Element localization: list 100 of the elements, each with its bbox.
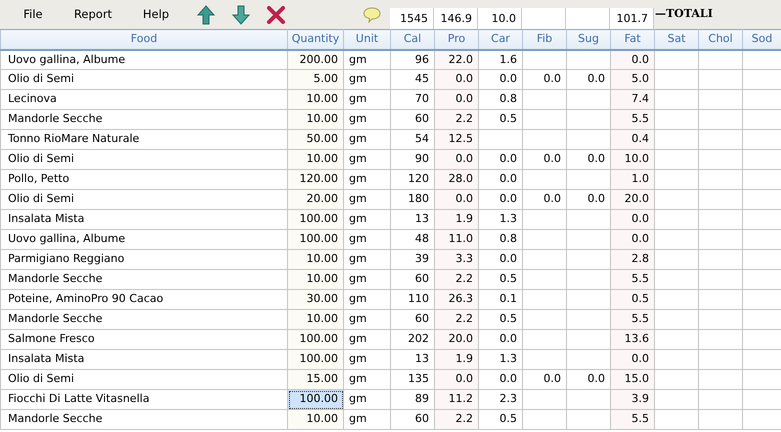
table-cell: 0.0 [434,150,478,170]
table-cell: 0.0 [478,370,522,390]
food-name-cell: Olio di Semi [0,70,288,90]
table-cell: 2.2 [434,110,478,130]
total-value: 146.9 [434,8,478,29]
table-cell: gm [344,210,390,230]
quantity-cell[interactable]: 120.00 [288,170,344,190]
table-cell: 0.8 [478,90,522,110]
totals-label: —TOTALI [654,6,713,22]
table-cell: 11.0 [434,230,478,250]
quantity-cell[interactable]: 10.00 [288,310,344,330]
food-name-cell: Mandorle Secche [0,310,288,330]
table-cell: gm [344,270,390,290]
table-cell: 0.5 [610,290,654,310]
table-cell: 0.1 [478,290,522,310]
total-cell [522,8,566,29]
food-name-cell: Insalata Mista [0,350,288,370]
table-cell: 1.6 [478,50,522,70]
food-name-cell: Salmone Fresco [0,330,288,350]
table-cell: 0.0 [434,370,478,390]
table-cell: gm [344,230,390,250]
quantity-cell[interactable]: 50.00 [288,130,344,150]
table-cell: 1.9 [434,210,478,230]
food-name-cell: Mandorle Secche [0,270,288,290]
table-cell: 0.4 [610,130,654,150]
table-cell: gm [344,330,390,350]
delete-icon[interactable] [267,6,285,24]
quantity-cell[interactable]: 100.00 [288,350,344,370]
table-cell: gm [344,50,390,70]
table-cell: gm [344,350,390,370]
column-header[interactable]: Sug [566,30,610,50]
table-cell: gm [344,290,390,310]
table-cell: 0.5 [478,110,522,130]
column-header[interactable]: Chol [698,30,742,50]
quantity-cell[interactable]: 30.00 [288,290,344,310]
column-header[interactable]: Cal [390,30,434,50]
food-name-cell: Mandorle Secche [0,410,288,430]
column-header[interactable]: Sod [742,30,781,50]
table-cell: 0.0 [610,230,654,250]
table-cell: 0.0 [522,370,566,390]
table-cell: 11.2 [434,390,478,410]
quantity-cell[interactable]: 10.00 [288,150,344,170]
menu-item[interactable]: Report [68,6,118,24]
table-cell: 10.0 [610,150,654,170]
table-cell: 2.2 [434,410,478,430]
table-cell: 7.4 [610,90,654,110]
move-up-icon[interactable] [197,4,215,24]
menu-item[interactable]: File [18,6,48,24]
column-header[interactable]: Food [0,30,288,50]
table-cell: 0.5 [478,310,522,330]
quantity-cell[interactable]: 5.00 [288,70,344,90]
menu-item[interactable]: Help [136,6,176,24]
table-cell: 3.9 [610,390,654,410]
food-name-cell: Olio di Semi [0,190,288,210]
quantity-cell[interactable]: 15.00 [288,370,344,390]
table-cell: 20.0 [434,330,478,350]
table-cell: 2.8 [610,250,654,270]
column-header[interactable]: Unit [344,30,390,50]
quantity-cell[interactable]: 10.00 [288,110,344,130]
table-cell: gm [344,370,390,390]
table-cell: 2.2 [434,270,478,290]
table-cell: 1.3 [478,210,522,230]
table-cell: gm [344,310,390,330]
table-cell: 1.3 [478,350,522,370]
table-cell: 0.0 [478,170,522,190]
table-cell: 1.0 [610,170,654,190]
quantity-cell[interactable]: 10.00 [288,90,344,110]
quantity-cell[interactable]: 100.00 [288,390,344,410]
table-cell: 0.0 [478,250,522,270]
food-name-cell: Olio di Semi [0,150,288,170]
column-header[interactable]: Sat [654,30,698,50]
food-name-cell: Uovo gallina, Albume [0,50,288,70]
table-cell: gm [344,410,390,430]
quantity-cell[interactable]: 10.00 [288,270,344,290]
table-cell: gm [344,390,390,410]
total-value: 101.7 [610,8,654,29]
quantity-cell[interactable]: 100.00 [288,210,344,230]
table-cell: gm [344,130,390,150]
table-cell: 0.0 [434,190,478,210]
table-cell: gm [344,70,390,90]
column-header[interactable]: Fat [610,30,654,50]
table-cell: gm [344,110,390,130]
table-cell: 0.0 [434,70,478,90]
quantity-cell[interactable]: 10.00 [288,410,344,430]
quantity-cell[interactable]: 100.00 [288,330,344,350]
table-cell: 0.0 [478,70,522,90]
table-cell: 2.2 [434,310,478,330]
food-name-cell: Poteine, AminoPro 90 Cacao [0,290,288,310]
table-cell: 12.5 [434,130,478,150]
column-header[interactable]: Car [478,30,522,50]
quantity-cell[interactable]: 10.00 [288,250,344,270]
column-header[interactable]: Fib [522,30,566,50]
quantity-cell[interactable]: 20.00 [288,190,344,210]
column-header[interactable]: Pro [434,30,478,50]
food-name-cell: Mandorle Secche [0,110,288,130]
table-cell: 3.3 [434,250,478,270]
move-down-icon[interactable] [232,4,250,24]
table-cell: 0.0 [522,190,566,210]
column-header[interactable]: Quantity [288,30,344,50]
quantity-cell[interactable]: 100.00 [288,230,344,250]
